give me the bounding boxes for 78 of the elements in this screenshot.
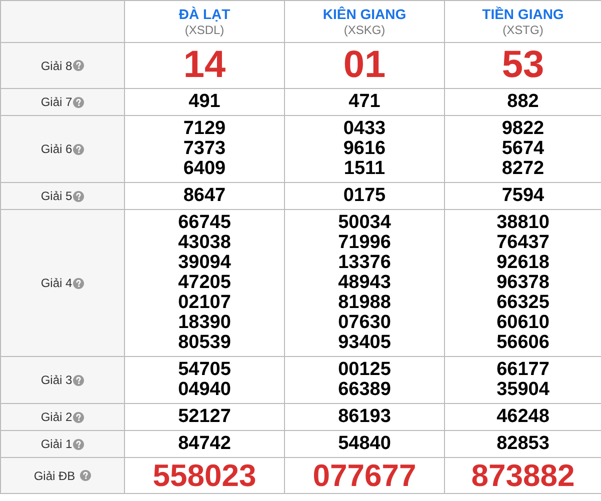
result-number: 82853 xyxy=(496,434,550,454)
result-number: 96378 xyxy=(496,273,550,293)
result-number: 54840 xyxy=(337,434,392,454)
help-icon[interactable] xyxy=(73,60,84,71)
result-number: 76437 xyxy=(496,233,550,253)
result-number: 48943 xyxy=(337,273,392,293)
help-icon[interactable] xyxy=(73,190,84,202)
province-name[interactable]: KIÊN GIANG xyxy=(285,6,444,23)
result-number: 8647 xyxy=(182,186,227,206)
help-icon[interactable] xyxy=(73,96,84,108)
prize-label: Giải 8 xyxy=(40,58,72,74)
result-number: 5674 xyxy=(500,139,546,159)
result-number: 9822 xyxy=(500,119,546,139)
help-icon[interactable] xyxy=(73,374,84,386)
result-number: 8272 xyxy=(500,159,546,179)
result-number: 0433 xyxy=(342,119,387,139)
result-number: 0175 xyxy=(342,186,387,206)
result-number: 14 xyxy=(182,46,227,85)
prize-label: Giải 5 xyxy=(40,188,72,205)
result-number: 02107 xyxy=(177,293,232,313)
province-name[interactable]: ĐÀ LẠT xyxy=(125,6,284,23)
prize-label: Giải 3 xyxy=(40,372,72,389)
prize-label: Giải 6 xyxy=(40,141,72,158)
result-number: 53 xyxy=(500,46,546,85)
result-number: 60610 xyxy=(496,313,550,333)
result-number: 7129 xyxy=(182,119,227,139)
help-icon[interactable] xyxy=(73,278,84,288)
prize-label: Giải 1 xyxy=(40,436,72,453)
province-code: (XSKG) xyxy=(342,23,386,37)
result-number: 81988 xyxy=(337,293,392,313)
result-number: 50034 xyxy=(337,213,392,233)
result-number: 66745 xyxy=(177,213,232,233)
help-icon[interactable] xyxy=(73,144,84,154)
result-number: 80539 xyxy=(177,333,232,353)
prize-label: Giải 7 xyxy=(40,94,72,111)
result-number: 93405 xyxy=(337,333,392,353)
prize-label: Giải 4 xyxy=(40,275,72,292)
result-number: 882 xyxy=(506,92,540,112)
result-number: 52127 xyxy=(177,407,232,427)
result-number: 47205 xyxy=(177,273,232,293)
prize-label: Giải ĐB xyxy=(34,468,76,484)
result-number: 66389 xyxy=(337,380,392,400)
prize-label: Giải 2 xyxy=(40,409,72,426)
result-number: 66177 xyxy=(496,360,550,380)
result-number: 6409 xyxy=(182,159,227,179)
result-number: 9616 xyxy=(342,139,387,159)
result-number: 54705 xyxy=(177,360,232,380)
result-number: 1511 xyxy=(342,159,386,179)
result-number: 84742 xyxy=(177,434,232,454)
help-icon[interactable] xyxy=(73,412,84,422)
result-number: 86193 xyxy=(337,407,392,427)
result-number: 39094 xyxy=(177,253,232,273)
result-number: 873882 xyxy=(470,460,576,491)
result-number: 04940 xyxy=(177,380,232,400)
result-number: 07630 xyxy=(337,313,392,333)
result-number: 7373 xyxy=(182,139,227,159)
result-number: 71996 xyxy=(337,233,392,253)
result-number: 7594 xyxy=(500,186,546,206)
help-icon[interactable] xyxy=(73,438,84,450)
help-icon[interactable] xyxy=(80,470,92,481)
result-number: 92618 xyxy=(496,253,550,273)
result-number: 56606 xyxy=(496,333,550,353)
result-number: 01 xyxy=(342,46,387,85)
result-number: 471 xyxy=(348,92,382,112)
province-code: (XSDL) xyxy=(184,23,226,37)
province-code: (XSTG) xyxy=(502,23,544,37)
result-number: 00125 xyxy=(337,360,392,380)
result-number: 46248 xyxy=(496,407,550,427)
result-number: 558023 xyxy=(152,460,258,491)
result-number: 35904 xyxy=(496,380,550,400)
result-number: 66325 xyxy=(496,293,550,313)
province-name[interactable]: TIỀN GIANG xyxy=(445,6,601,23)
result-number: 13376 xyxy=(337,253,392,273)
result-number: 38810 xyxy=(496,213,550,233)
result-number: 077677 xyxy=(312,460,418,491)
result-number: 43038 xyxy=(177,233,232,253)
result-number: 18390 xyxy=(177,313,232,333)
result-number: 491 xyxy=(188,92,222,112)
